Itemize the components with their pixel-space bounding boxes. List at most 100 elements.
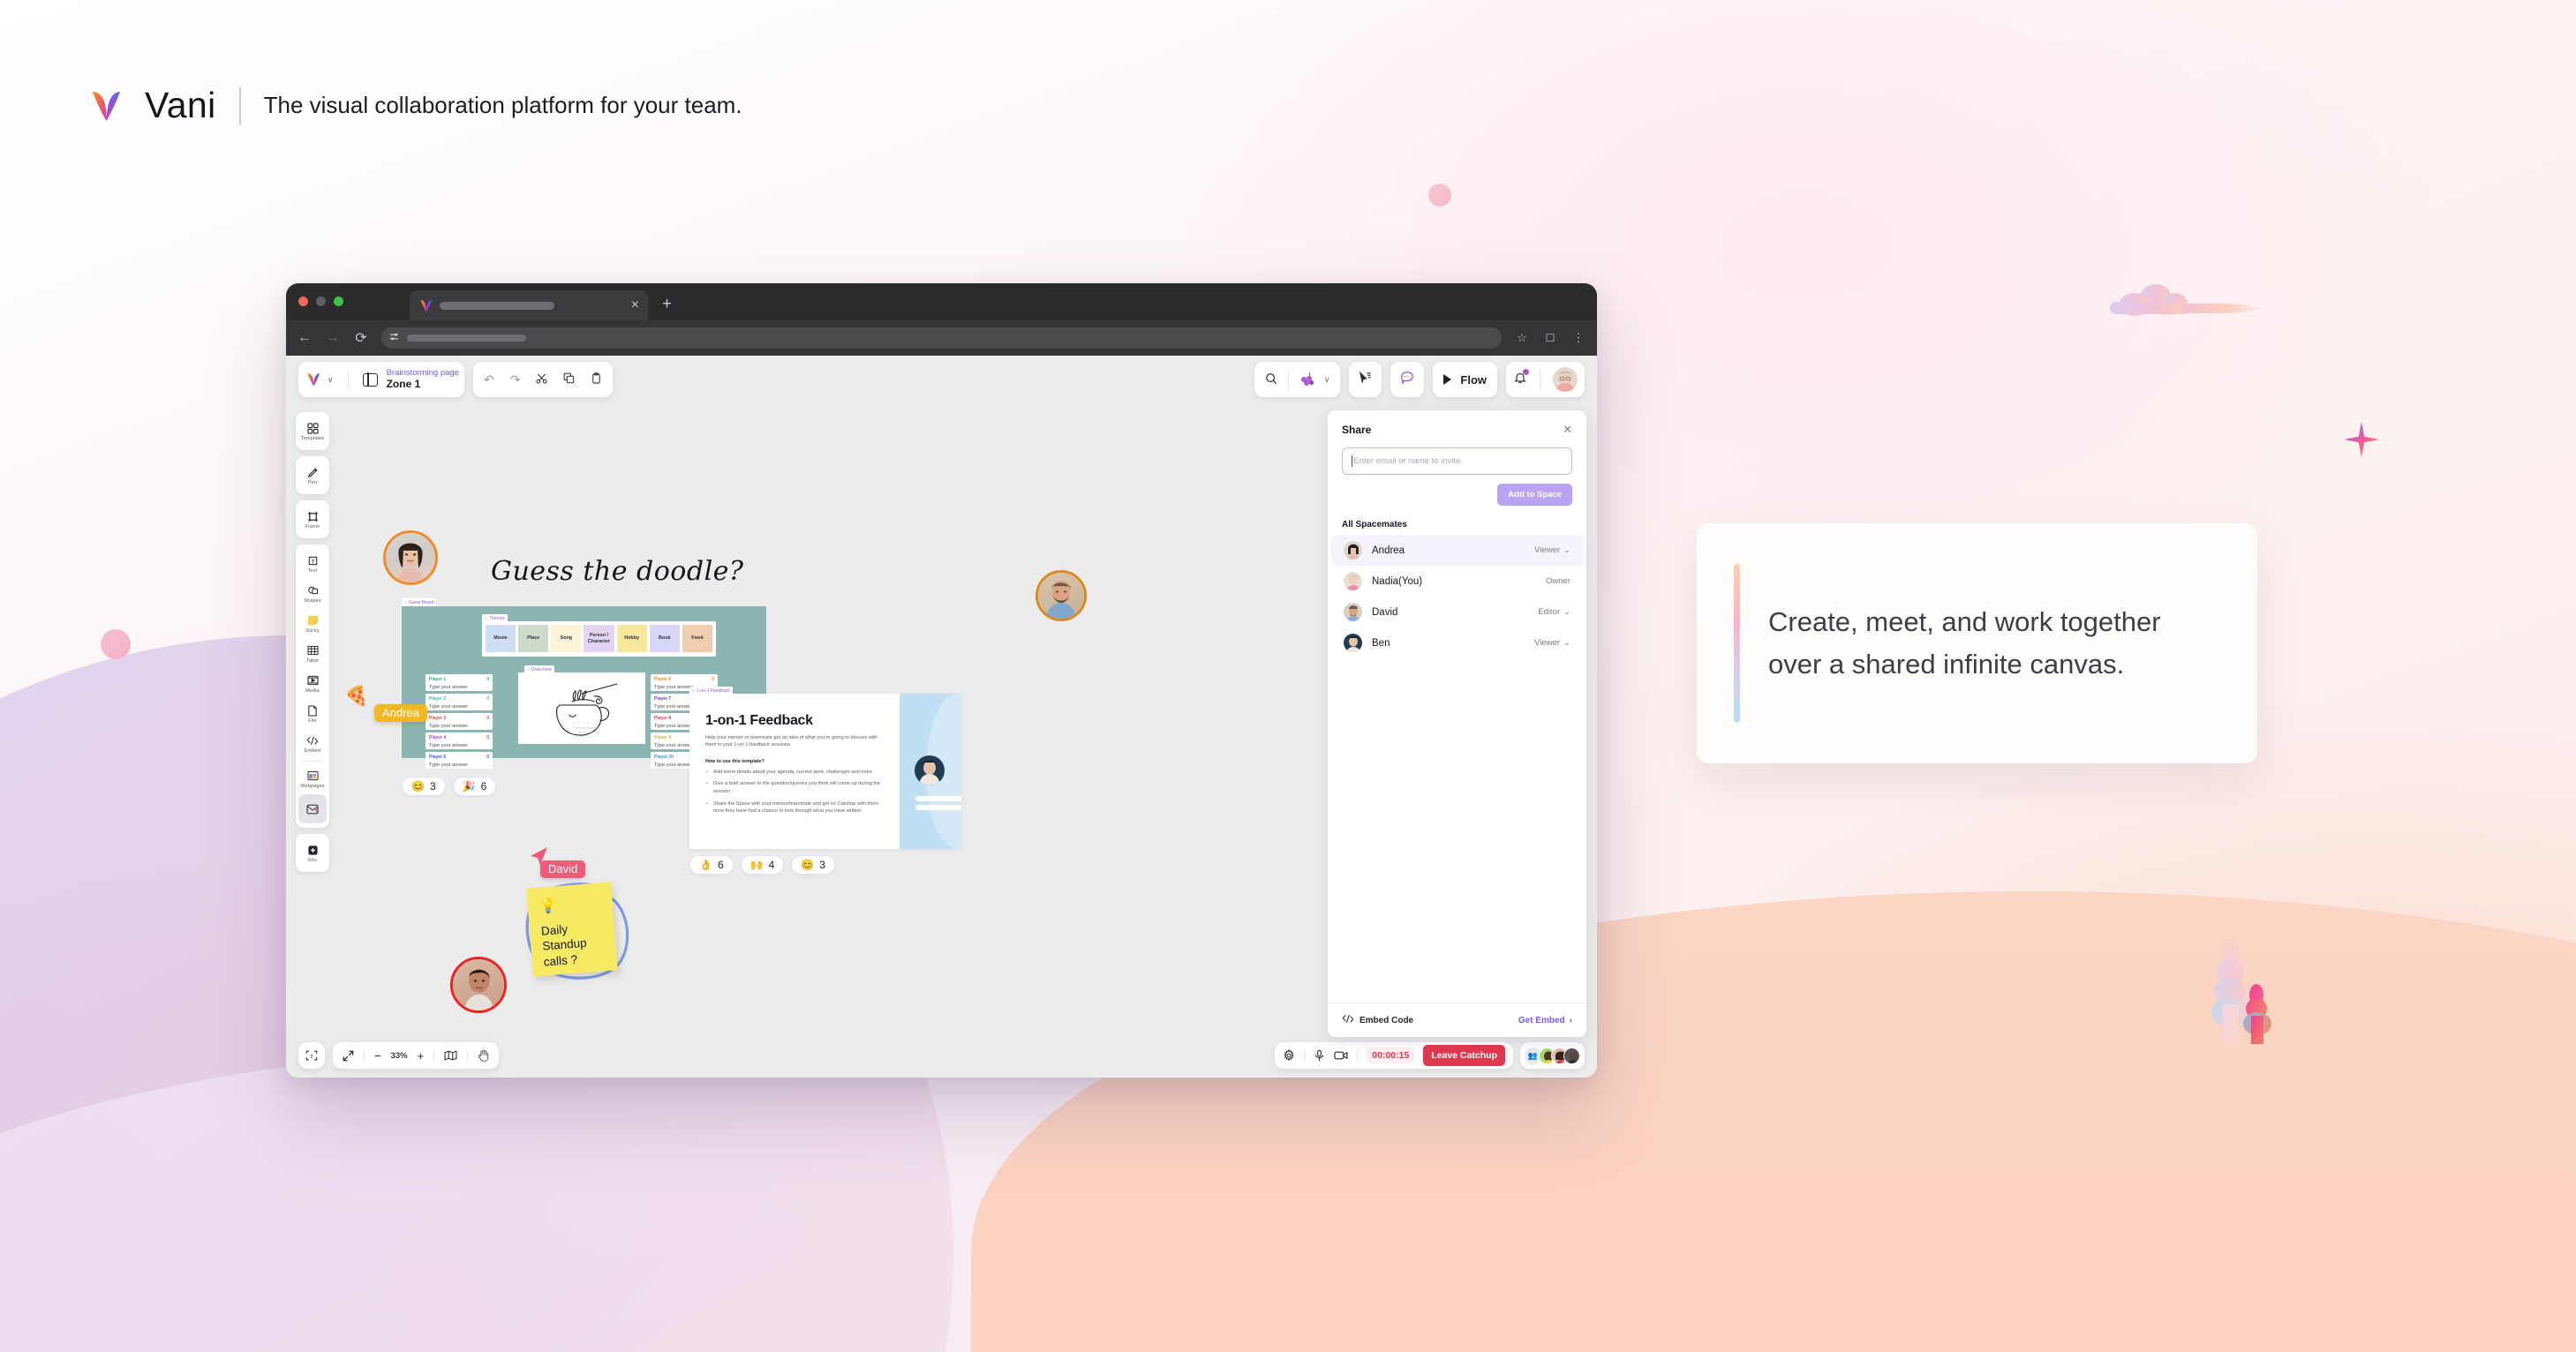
chevron-down-icon[interactable]: ⌄ bbox=[1563, 545, 1570, 555]
player-card[interactable]: Player 3 0 Type your answer bbox=[426, 713, 493, 730]
spacemate-role[interactable]: Viewer ⌄ bbox=[1534, 638, 1570, 648]
scissors-icon[interactable] bbox=[536, 372, 548, 387]
copy-icon[interactable] bbox=[563, 372, 575, 387]
player-card[interactable]: Player 1 0 Type your answer bbox=[426, 674, 493, 691]
arrow-right-icon[interactable]: → bbox=[325, 330, 341, 346]
side-panel-icon[interactable] bbox=[362, 372, 378, 387]
flow-button[interactable]: Flow bbox=[1433, 362, 1497, 397]
breadcrumb-parent[interactable]: Brainstorming page bbox=[387, 368, 459, 379]
new-tab-button[interactable]: + bbox=[662, 295, 672, 314]
theme-chip[interactable]: Food bbox=[682, 625, 712, 652]
sidebar-item-sticky[interactable]: Sticky bbox=[298, 609, 327, 638]
kebab-menu-icon[interactable]: ⋮ bbox=[1570, 331, 1586, 345]
chevron-down-icon[interactable]: ∨ bbox=[1324, 375, 1330, 385]
grape-reactions-icon[interactable] bbox=[1299, 372, 1315, 387]
spacemate-role[interactable]: Viewer ⌄ bbox=[1534, 545, 1570, 555]
cursor-chat-pill[interactable] bbox=[1349, 362, 1382, 397]
spacemate-row[interactable]: Andrea Viewer ⌄ bbox=[1331, 535, 1583, 566]
close-icon[interactable]: ✕ bbox=[1563, 423, 1572, 437]
arrow-left-icon[interactable]: ← bbox=[297, 330, 313, 346]
zoom-in-button[interactable]: + bbox=[418, 1049, 425, 1063]
sidebar-item-kits[interactable]: Kits bbox=[298, 838, 327, 868]
participant-video-andrea[interactable] bbox=[383, 530, 438, 585]
player-card[interactable]: Player 4 0 Type your answer bbox=[426, 732, 493, 749]
frame-tag-gameboard[interactable]: Game Board bbox=[402, 598, 437, 606]
address-bar[interactable] bbox=[381, 327, 1502, 349]
fit-to-screen-icon[interactable] bbox=[343, 1050, 354, 1062]
cursor-chat-icon[interactable] bbox=[1359, 371, 1372, 387]
redo-icon[interactable]: ↷ bbox=[510, 372, 521, 387]
invite-input[interactable]: Enter email or name to invite bbox=[1342, 447, 1572, 475]
theme-chip[interactable]: Person / Character bbox=[584, 625, 614, 652]
minimap-icon[interactable] bbox=[444, 1050, 457, 1061]
hand-icon[interactable] bbox=[478, 1049, 489, 1062]
get-embed-button[interactable]: Get Embed › bbox=[1518, 1016, 1572, 1025]
gear-icon[interactable] bbox=[1283, 1049, 1295, 1062]
themes-card[interactable]: Movie Place Song Person / Character Hobby Boo… bbox=[482, 621, 716, 657]
window-traffic-lights[interactable] bbox=[298, 297, 343, 306]
add-to-space-button[interactable]: Add to Space bbox=[1497, 484, 1572, 506]
minimize-window-button[interactable] bbox=[316, 297, 326, 306]
player-answer-input[interactable]: Type your answer bbox=[429, 743, 489, 748]
sidebar-item-shapes[interactable]: Shapes bbox=[298, 579, 327, 608]
reaction-chip[interactable]: 👌 6 bbox=[689, 855, 734, 875]
close-tab-button[interactable]: × bbox=[631, 298, 639, 312]
player-answer-input[interactable]: Type your answer bbox=[429, 704, 489, 710]
breadcrumb[interactable]: Brainstorming page Zone 1 bbox=[387, 368, 459, 391]
star-icon[interactable]: ☆ bbox=[1514, 331, 1530, 345]
leave-catchup-button[interactable]: Leave Catchup bbox=[1423, 1045, 1505, 1066]
player-card[interactable]: Player 2 0 Type your answer bbox=[426, 694, 493, 710]
chevron-down-icon[interactable]: ⌄ bbox=[1563, 638, 1570, 648]
theme-chip[interactable]: Book bbox=[649, 625, 680, 652]
feedback-card[interactable]: 1-on-1 Feedback Help your mentor or team… bbox=[689, 694, 961, 849]
reaction-chip[interactable]: 🙌 4 bbox=[740, 855, 785, 875]
sidebar-item-mail[interactable] bbox=[298, 794, 327, 823]
participant-video-ben[interactable] bbox=[1036, 570, 1087, 621]
player-answer-input[interactable]: Type your answer bbox=[429, 724, 489, 729]
sticky-note[interactable]: 💡 Daily Standup calls ? bbox=[526, 882, 618, 977]
spacemate-row[interactable]: Ben Viewer ⌄ bbox=[1331, 627, 1583, 658]
chevron-down-icon[interactable]: ∨ bbox=[328, 375, 334, 385]
spacemate-role[interactable]: Editor ⌄ bbox=[1538, 607, 1570, 617]
theme-chip[interactable]: Place bbox=[518, 625, 549, 652]
sidebar-item-media[interactable]: Media bbox=[298, 669, 327, 698]
theme-chip[interactable]: Song bbox=[551, 625, 582, 652]
reload-icon[interactable]: ⟳ bbox=[353, 329, 369, 347]
reaction-chip[interactable]: 😊 3 bbox=[402, 777, 446, 796]
sidebar-item-webpages[interactable]: Webpages bbox=[298, 764, 327, 793]
call-participants[interactable]: 👥 bbox=[1520, 1042, 1585, 1069]
comment-icon[interactable] bbox=[1400, 371, 1414, 389]
theme-chip[interactable]: Movie bbox=[486, 625, 516, 652]
player-answer-input[interactable]: Type your answer bbox=[429, 685, 489, 690]
player-answer-input[interactable]: Type your answer bbox=[429, 762, 489, 768]
close-window-button[interactable] bbox=[298, 297, 308, 306]
sidebar-item-frame[interactable]: Frame bbox=[298, 505, 327, 534]
draw-area[interactable]: Place the selected theme here bbox=[518, 672, 645, 744]
spacemate-row[interactable]: Nadia(You) Owner bbox=[1331, 566, 1583, 597]
breadcrumb-pill[interactable]: ∨ Brainstorming page Zone 1 bbox=[298, 362, 464, 397]
sidebar-item-table[interactable]: Table bbox=[298, 639, 327, 668]
vani-logo-icon[interactable] bbox=[307, 372, 320, 387]
sidebar-item-pen[interactable]: Pen bbox=[298, 461, 327, 490]
browser-tab[interactable]: × bbox=[410, 290, 648, 320]
maximize-window-button[interactable] bbox=[334, 297, 343, 306]
camera-icon[interactable] bbox=[1334, 1050, 1348, 1061]
avatar[interactable] bbox=[1553, 367, 1578, 392]
spacemate-row[interactable]: David Editor ⌄ bbox=[1331, 597, 1583, 627]
theme-chip[interactable]: Hobby bbox=[616, 625, 647, 652]
player-card[interactable]: Player 5 0 Type your answer bbox=[426, 752, 493, 769]
sidebar-item-file[interactable]: File bbox=[298, 699, 327, 728]
clipboard-icon[interactable] bbox=[591, 372, 602, 387]
participant-video-david[interactable] bbox=[450, 957, 507, 1013]
search-icon[interactable] bbox=[1265, 372, 1277, 387]
reaction-chip[interactable]: 🎉 6 bbox=[452, 777, 497, 796]
bell-icon[interactable] bbox=[1513, 368, 1529, 389]
zoom-out-button[interactable]: − bbox=[374, 1049, 381, 1063]
chevron-down-icon[interactable]: ⌄ bbox=[1563, 607, 1570, 617]
sidebar-item-templates[interactable]: Templates bbox=[298, 417, 327, 446]
undo-icon[interactable]: ↶ bbox=[484, 372, 494, 387]
reaction-chip[interactable]: 😊 3 bbox=[791, 855, 835, 875]
microphone-icon[interactable] bbox=[1314, 1049, 1325, 1062]
sidebar-item-text[interactable]: T Text bbox=[298, 549, 327, 578]
sidebar-item-embed[interactable]: Embed bbox=[298, 729, 327, 758]
